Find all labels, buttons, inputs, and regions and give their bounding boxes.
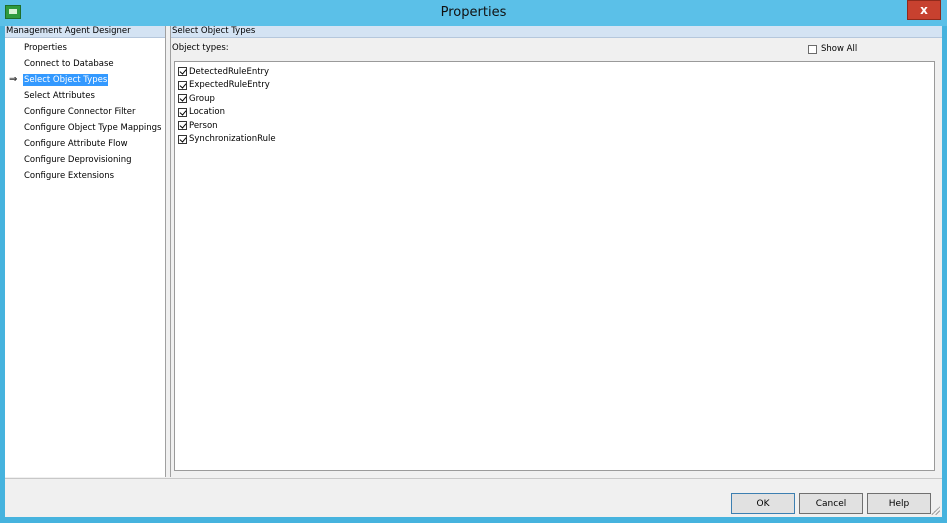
navigation-header: Management Agent Designer <box>5 26 165 38</box>
dialog-client-area: Management Agent Designer Properties Con… <box>5 26 942 517</box>
checkbox-checked-icon[interactable] <box>178 80 187 90</box>
nav-item-label: Configure Deprovisioning <box>24 155 132 165</box>
help-button[interactable]: Help <box>867 493 931 514</box>
object-type-item[interactable]: ExpectedRuleEntry <box>178 79 934 93</box>
nav-item-label: Configure Attribute Flow <box>24 139 128 149</box>
object-type-label: Person <box>189 120 218 131</box>
nav-item-configure-extensions[interactable]: Configure Extensions <box>5 168 165 184</box>
nav-item-label: Select Object Types <box>23 74 109 86</box>
button-bar: OK Cancel Help <box>5 479 942 517</box>
current-step-arrow-icon: ⇒ <box>9 74 18 85</box>
object-type-item[interactable]: Person <box>178 119 934 133</box>
checkbox-checked-icon[interactable] <box>178 107 187 117</box>
nav-item-label: Connect to Database <box>24 59 114 69</box>
window-bottom-border <box>0 517 947 523</box>
nav-item-label: Configure Connector Filter <box>24 107 136 117</box>
resize-grip-icon[interactable] <box>930 505 940 515</box>
nav-item-label: Select Attributes <box>24 91 95 101</box>
cancel-button[interactable]: Cancel <box>799 493 863 514</box>
close-button[interactable]: x <box>907 0 941 20</box>
checkbox-checked-icon[interactable] <box>178 121 187 131</box>
content-panel: Select Object Types Object types: Show A… <box>171 26 942 477</box>
nav-item-properties[interactable]: Properties <box>5 40 165 56</box>
nav-item-label: Configure Extensions <box>24 171 115 181</box>
object-type-label: DetectedRuleEntry <box>189 66 270 77</box>
nav-item-select-attributes[interactable]: Select Attributes <box>5 88 165 104</box>
content-header: Select Object Types <box>171 26 942 38</box>
object-type-item[interactable]: DetectedRuleEntry <box>178 65 934 79</box>
title-bar: Properties x <box>0 0 947 26</box>
checkbox-unchecked-icon[interactable] <box>808 44 817 54</box>
object-type-label: SynchronizationRule <box>189 134 276 145</box>
nav-item-configure-attribute-flow[interactable]: Configure Attribute Flow <box>5 136 165 152</box>
show-all-checkbox[interactable]: Show All <box>808 44 857 54</box>
navigation-list: Properties Connect to Database ⇒ Select O… <box>5 38 165 184</box>
object-type-item[interactable]: SynchronizationRule <box>178 133 934 147</box>
object-types-list[interactable]: DetectedRuleEntry ExpectedRuleEntry Grou… <box>174 61 935 471</box>
object-type-item[interactable]: Group <box>178 92 934 106</box>
object-type-label: Location <box>189 107 225 118</box>
nav-item-configure-deprovisioning[interactable]: Configure Deprovisioning <box>5 152 165 168</box>
navigation-panel: Management Agent Designer Properties Con… <box>5 26 166 477</box>
nav-item-select-object-types[interactable]: ⇒ Select Object Types <box>5 72 165 88</box>
ok-button[interactable]: OK <box>731 493 795 514</box>
checkbox-checked-icon[interactable] <box>178 134 187 144</box>
show-all-label: Show All <box>821 44 858 54</box>
nav-item-configure-connector-filter[interactable]: Configure Connector Filter <box>5 104 165 120</box>
checkbox-checked-icon[interactable] <box>178 67 187 77</box>
nav-item-configure-object-type-mappings[interactable]: Configure Object Type Mappings <box>5 120 165 136</box>
object-type-label: Group <box>189 93 215 104</box>
nav-item-label: Properties <box>24 43 67 53</box>
window-title: Properties <box>440 5 507 20</box>
checkbox-checked-icon[interactable] <box>178 94 187 104</box>
object-types-label: Object types: <box>172 43 229 53</box>
object-type-label: ExpectedRuleEntry <box>189 80 270 91</box>
nav-item-connect-to-database[interactable]: Connect to Database <box>5 56 165 72</box>
nav-item-label: Configure Object Type Mappings <box>24 123 162 133</box>
object-type-item[interactable]: Location <box>178 106 934 120</box>
